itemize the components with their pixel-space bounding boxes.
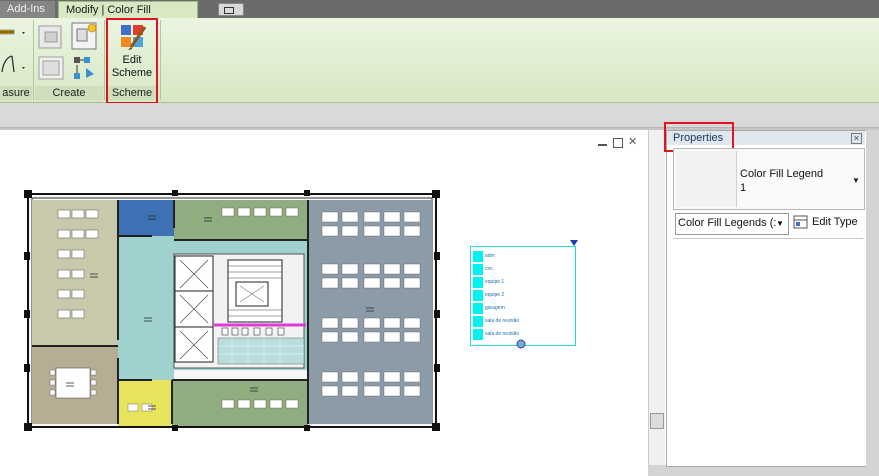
close-palette-icon[interactable]: ✕ [851, 133, 862, 144]
measure-icons[interactable] [0, 20, 32, 80]
legend-label: circ. [485, 266, 495, 272]
legend-label: equipe 2 [485, 292, 505, 298]
edit-type-label: Edit Type [812, 216, 858, 228]
legend-row: circ. [473, 264, 573, 275]
legend-swatch [473, 251, 483, 262]
legend-label: adm [485, 253, 495, 259]
chevron-down-icon: ▼ [852, 176, 860, 185]
highlight-box-scheme [106, 18, 158, 104]
edit-type-button[interactable]: Edit Type [792, 213, 862, 233]
corridor-teal [118, 236, 174, 380]
instance-filter-dropdown[interactable]: Color Fill Legends (: ▼ [675, 213, 789, 235]
legend-swatch [473, 329, 483, 340]
chevron-down-icon: ▼ [776, 219, 784, 228]
legend-label: sala de reunião [485, 331, 520, 337]
create-panel-label: Create [35, 86, 103, 100]
legend-swatch [473, 290, 483, 301]
room-green-north [174, 200, 308, 240]
properties-divider [673, 238, 863, 239]
legend-swatch [473, 264, 483, 275]
type-selector[interactable]: Color Fill Legend 1 ▼ [673, 148, 865, 210]
ribbon-toggle-button[interactable] [218, 3, 244, 16]
legend-drag-handle-icon[interactable] [516, 339, 526, 349]
close-view-icon[interactable]: ✕ [628, 137, 638, 148]
create-panel [36, 20, 102, 84]
legend-row: garagem [473, 303, 573, 314]
scrollbar-thumb[interactable] [650, 413, 664, 429]
legend-row: equipe 1 [473, 277, 573, 288]
legend-swatch [473, 316, 483, 327]
floor-plan[interactable] [22, 188, 442, 433]
measure-panel-label: asure [0, 86, 32, 100]
room-yellow [118, 380, 172, 426]
tab-modify-color-fill-legends[interactable]: Modify | Color Fill Legends [58, 1, 198, 33]
legend-row: equipe 2 [473, 290, 573, 301]
legend-swatch [473, 277, 483, 288]
panel-separator [33, 20, 34, 100]
restore-view-icon[interactable] [613, 138, 623, 148]
panel-separator [104, 20, 105, 100]
legend-label: garagem [485, 305, 505, 311]
view-window-controls: ✕ [596, 137, 640, 149]
minimize-view-icon[interactable] [598, 144, 607, 146]
legend-label: equipe 1 [485, 279, 505, 285]
type-preview-image [676, 151, 737, 207]
legend-row: sala de reunião [473, 316, 573, 327]
legend-row: adm [473, 251, 573, 262]
edit-type-icon [793, 215, 808, 229]
color-fill-legend[interactable]: adm circ. equipe 1 equipe 2 garagem sala de r… [470, 246, 576, 346]
type-name: Color Fill Legend [740, 168, 824, 180]
measure-panel [0, 20, 32, 80]
options-bar [0, 103, 879, 128]
instance-filter-value: Color Fill Legends (: [678, 217, 777, 229]
tab-add-ins[interactable]: Add-Ins [0, 1, 55, 18]
room-blue-small [118, 200, 174, 236]
type-number: 1 [740, 182, 747, 194]
legend-grip-icon[interactable] [569, 239, 579, 247]
legend-swatch [473, 303, 483, 314]
minimize-icon [224, 7, 234, 14]
properties-edge [866, 130, 879, 476]
legend-label: sala de reunião [485, 318, 520, 324]
panel-separator [160, 20, 161, 100]
create-icons[interactable] [36, 20, 102, 84]
